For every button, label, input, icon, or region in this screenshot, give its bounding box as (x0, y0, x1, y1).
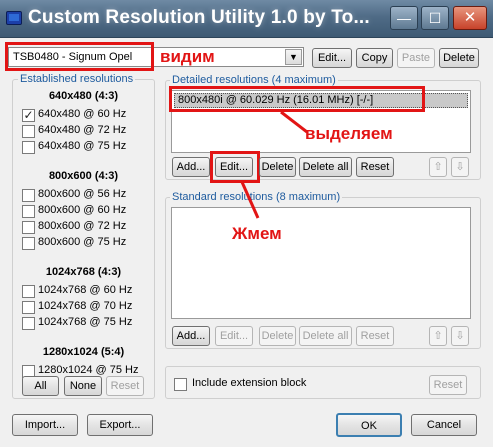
annotation-box-display (5, 42, 154, 71)
close-button[interactable]: ✕ (453, 6, 487, 30)
delete-display-button[interactable]: Delete (439, 48, 479, 68)
standard-edit-button[interactable]: Edit... (215, 326, 253, 346)
resolution-label: 800x600 @ 56 Hz (38, 188, 127, 200)
paste-button[interactable]: Paste (397, 48, 435, 68)
minimize-icon: — (397, 10, 411, 26)
resolution-checkbox[interactable] (22, 205, 35, 218)
established-list: 640x480 (4:3) ✓ 640x480 @ 60 Hz 640x480 @ 7… (12, 90, 155, 378)
resolution-label: 640x480 @ 72 Hz (38, 124, 127, 136)
detailed-reset-button[interactable]: Reset (356, 157, 394, 177)
resolution-checkbox[interactable] (22, 189, 35, 202)
extension-label: Include extension block (192, 377, 307, 389)
annotation-vydelyaem: выделяем (305, 124, 393, 143)
standard-down-icon[interactable]: ⇩ (451, 326, 469, 346)
resolution-checkbox[interactable]: ✓ (22, 109, 35, 122)
cancel-button[interactable]: Cancel (411, 414, 477, 436)
resolution-label: 800x600 @ 60 Hz (38, 204, 127, 216)
move-up-icon[interactable]: ⇧ (429, 157, 447, 177)
close-icon: ✕ (463, 9, 477, 26)
window-title: Custom Resolution Utility 1.0 by To... (28, 7, 370, 28)
maximize-button[interactable]: ☐ (421, 6, 449, 30)
resolution-label: 1024x768 @ 60 Hz (38, 284, 133, 296)
ok-button[interactable]: OK (336, 413, 402, 437)
established-label: Established resolutions (18, 73, 136, 85)
standard-reset-button[interactable]: Reset (356, 326, 394, 346)
monitor-icon (6, 11, 22, 25)
resolution-checkbox[interactable] (22, 221, 35, 234)
annotation-arrow-select (280, 110, 308, 134)
resolution-checkbox[interactable] (22, 237, 35, 250)
minimize-button[interactable]: — (390, 6, 418, 30)
edit-display-button[interactable]: Edit... (312, 48, 352, 68)
extension-checkbox[interactable] (174, 378, 187, 391)
resolution-label: 1024x768 @ 70 Hz (38, 300, 133, 312)
none-button[interactable]: None (64, 376, 102, 396)
resolution-checkbox[interactable] (22, 285, 35, 298)
all-button[interactable]: All (22, 376, 59, 396)
resolution-label: 800x600 @ 75 Hz (38, 236, 127, 248)
resolution-section-title: 1024x768 (4:3) (45, 266, 122, 278)
annotation-zhmem: Жмем (232, 224, 282, 243)
resolution-section-title: 800x600 (4:3) (48, 170, 119, 182)
resolution-checkbox[interactable] (22, 301, 35, 314)
standard-delete-all-button[interactable]: Delete all (299, 326, 352, 346)
chevron-down-icon[interactable]: ▼ (285, 49, 302, 65)
resolution-checkbox[interactable] (22, 317, 35, 330)
detailed-add-button[interactable]: Add... (172, 157, 210, 177)
resolution-section-title: 640x480 (4:3) (48, 90, 119, 102)
resolution-checkbox[interactable] (22, 125, 35, 138)
extension-reset-button[interactable]: Reset (429, 375, 467, 395)
detailed-label: Detailed resolutions (4 maximum) (170, 74, 338, 86)
resolution-label: 1280x1024 @ 75 Hz (38, 364, 139, 376)
standard-delete-button[interactable]: Delete (259, 326, 296, 346)
standard-list[interactable] (171, 207, 471, 319)
detailed-delete-all-button[interactable]: Delete all (299, 157, 352, 177)
import-button[interactable]: Import... (12, 414, 78, 436)
annotation-vidim: видим (160, 47, 215, 66)
maximize-icon: ☐ (428, 10, 442, 26)
annotation-arrow-press (240, 181, 260, 219)
resolution-label: 640x480 @ 60 Hz (38, 108, 127, 120)
standard-add-button[interactable]: Add... (172, 326, 210, 346)
move-down-icon[interactable]: ⇩ (451, 157, 469, 177)
resolution-label: 800x600 @ 72 Hz (38, 220, 127, 232)
resolution-checkbox[interactable] (22, 141, 35, 154)
standard-up-icon[interactable]: ⇧ (429, 326, 447, 346)
copy-button[interactable]: Copy (356, 48, 393, 68)
resolution-section-title: 1280x1024 (5:4) (42, 346, 125, 358)
resolution-label: 640x480 @ 75 Hz (38, 140, 127, 152)
resolution-label: 1024x768 @ 75 Hz (38, 316, 133, 328)
export-button[interactable]: Export... (87, 414, 153, 436)
detailed-delete-button[interactable]: Delete (259, 157, 296, 177)
established-reset-button[interactable]: Reset (106, 376, 144, 396)
